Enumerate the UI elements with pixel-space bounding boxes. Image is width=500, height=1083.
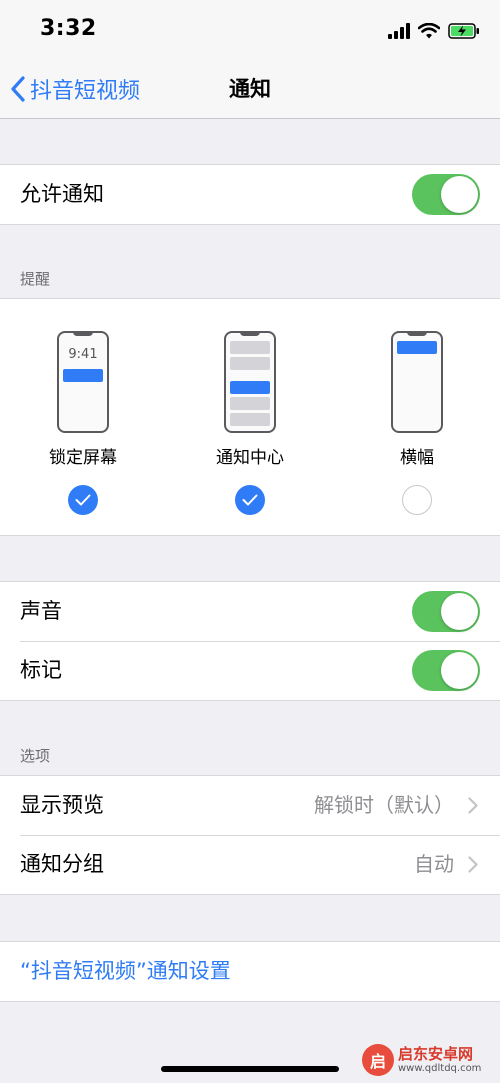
alerts-section-header: 提醒 bbox=[20, 270, 51, 288]
sound-badge-group: 声音 标记 bbox=[0, 581, 500, 701]
sound-toggle[interactable] bbox=[412, 591, 480, 632]
badge-toggle[interactable] bbox=[412, 650, 480, 691]
checkmark-icon bbox=[242, 494, 258, 506]
notification-center-phone-icon bbox=[224, 331, 276, 433]
banner-label: 横幅 bbox=[400, 448, 434, 468]
battery-charging-icon bbox=[448, 23, 479, 39]
notification-grouping-value: 自动 bbox=[414, 852, 454, 876]
chevron-right-icon bbox=[468, 797, 478, 814]
notification-grouping-label: 通知分组 bbox=[20, 852, 104, 876]
show-previews-label: 显示预览 bbox=[20, 793, 104, 817]
lock-screen-label: 锁定屏幕 bbox=[49, 448, 117, 468]
notification-center-checkmark[interactable] bbox=[235, 485, 265, 515]
show-previews-value: 解锁时（默认） bbox=[314, 793, 454, 817]
alert-style-banner[interactable]: 横幅 bbox=[357, 299, 477, 535]
notification-grouping-row[interactable]: 通知分组 自动 bbox=[0, 835, 500, 894]
alert-styles: 9:41 锁定屏幕 通知中心 横幅 bbox=[0, 298, 500, 536]
lock-screen-time: 9:41 bbox=[68, 347, 98, 362]
lock-screen-phone-icon: 9:41 bbox=[57, 331, 109, 433]
navigation-bar: 通知 抖音短视频 bbox=[0, 60, 500, 119]
allow-notifications-toggle[interactable] bbox=[412, 174, 480, 215]
show-previews-row[interactable]: 显示预览 解锁时（默认） bbox=[0, 776, 500, 835]
banner-checkmark[interactable] bbox=[402, 485, 432, 515]
allow-notifications-row: 允许通知 bbox=[0, 165, 500, 224]
options-section-header: 选项 bbox=[20, 747, 51, 765]
back-button-label: 抖音短视频 bbox=[30, 79, 141, 104]
checkmark-icon bbox=[75, 494, 91, 506]
back-button[interactable]: 抖音短视频 bbox=[10, 60, 140, 118]
sound-row: 声音 bbox=[0, 582, 500, 641]
watermark: 启 启东安卓网 www.qdltdq.com bbox=[362, 1040, 498, 1080]
app-notification-settings-link[interactable]: “抖音短视频”通知设置 bbox=[20, 942, 231, 1001]
status-time: 3:32 bbox=[40, 16, 97, 41]
lock-screen-checkmark[interactable] bbox=[68, 485, 98, 515]
wifi-icon bbox=[418, 23, 440, 39]
alert-style-notification-center[interactable]: 通知中心 bbox=[190, 299, 310, 535]
home-indicator[interactable] bbox=[161, 1066, 339, 1072]
options-group: 显示预览 解锁时（默认） 通知分组 自动 bbox=[0, 775, 500, 895]
allow-notifications-label: 允许通知 bbox=[20, 182, 104, 206]
chevron-right-icon bbox=[468, 856, 478, 873]
status-icons bbox=[388, 20, 480, 42]
badge-label: 标记 bbox=[20, 658, 62, 682]
watermark-logo-icon: 启 bbox=[362, 1044, 394, 1076]
status-bar: 3:32 bbox=[0, 0, 500, 60]
allow-notifications-group: 允许通知 bbox=[0, 164, 500, 225]
watermark-title: 启东安卓网 bbox=[398, 1045, 474, 1064]
cellular-signal-icon bbox=[388, 23, 410, 39]
notification-center-label: 通知中心 bbox=[216, 448, 284, 468]
watermark-url: www.qdltdq.com bbox=[398, 1062, 482, 1074]
chevron-left-icon bbox=[11, 76, 25, 102]
sound-label: 声音 bbox=[20, 599, 62, 623]
badge-row: 标记 bbox=[0, 641, 500, 700]
banner-phone-icon bbox=[391, 331, 443, 433]
alert-style-lock-screen[interactable]: 9:41 锁定屏幕 bbox=[23, 299, 143, 535]
app-notification-settings-row[interactable]: “抖音短视频”通知设置 bbox=[0, 941, 500, 1002]
